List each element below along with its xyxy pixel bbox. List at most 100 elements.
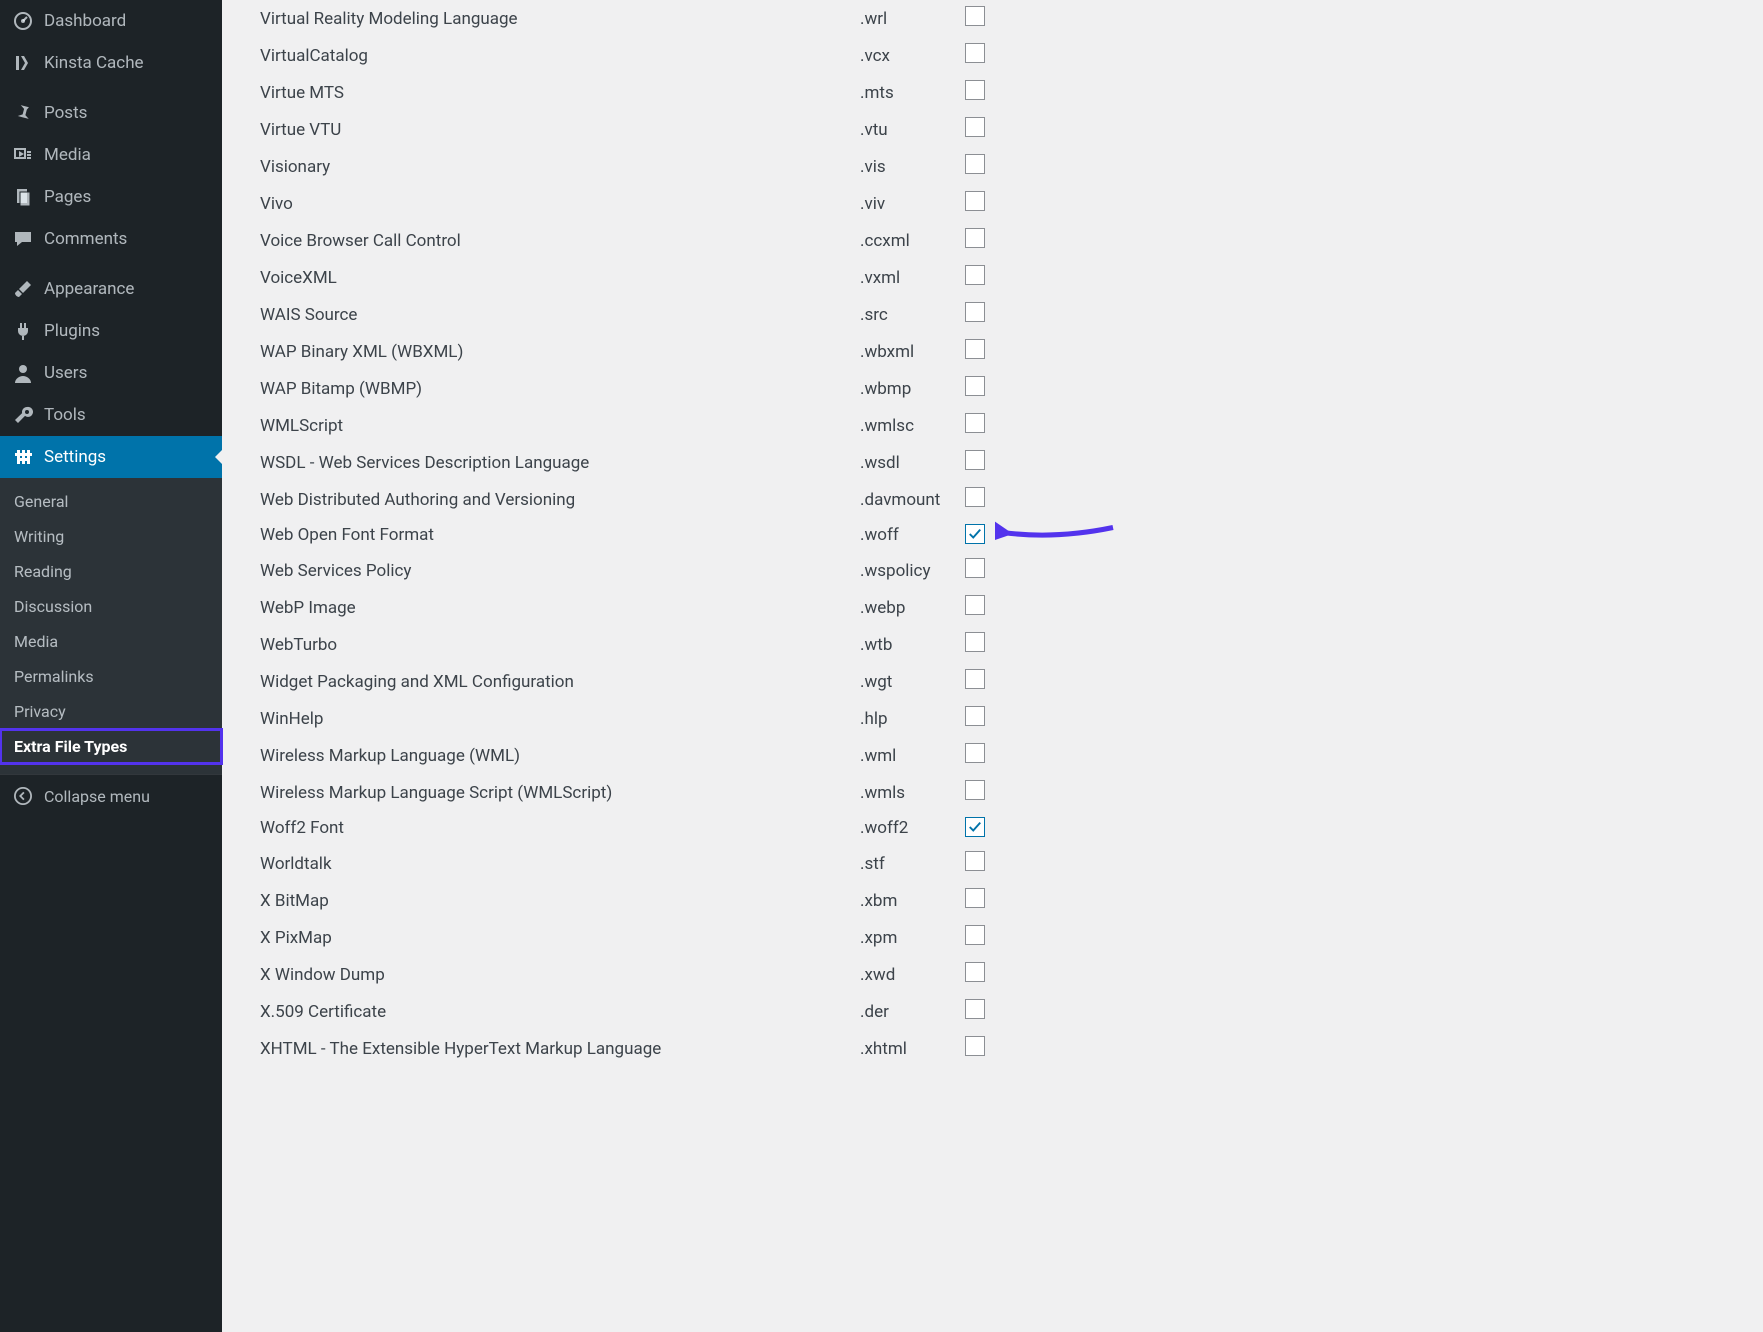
file-type-ext: .wgt — [860, 663, 965, 700]
file-type-ext: .vxml — [860, 259, 965, 296]
settings-sub-reading[interactable]: Reading — [0, 554, 222, 589]
file-type-name: Widget Packaging and XML Configuration — [260, 663, 860, 700]
file-type-ext: .wml — [860, 737, 965, 774]
file-type-ext: .vtu — [860, 111, 965, 148]
file-type-checkbox[interactable] — [965, 43, 985, 63]
sidebar-item-settings[interactable]: Settings — [0, 436, 222, 478]
sidebar-item-label: Users — [44, 363, 87, 383]
settings-sub-writing[interactable]: Writing — [0, 519, 222, 554]
file-type-ext: .wmlsc — [860, 407, 965, 444]
table-row: WebP Image.webp — [260, 589, 1005, 626]
file-type-name: VirtualCatalog — [260, 37, 860, 74]
collapse-icon — [12, 785, 34, 807]
file-type-name: WinHelp — [260, 700, 860, 737]
file-type-checkbox[interactable] — [965, 154, 985, 174]
file-type-checkbox[interactable] — [965, 339, 985, 359]
file-type-name: WebTurbo — [260, 626, 860, 663]
sidebar-item-label: Tools — [44, 405, 86, 425]
file-type-name: Web Services Policy — [260, 552, 860, 589]
sidebar-item-label: Settings — [44, 447, 106, 467]
table-row: WinHelp.hlp — [260, 700, 1005, 737]
pin-icon — [12, 102, 34, 124]
sidebar-item-tools[interactable]: Tools — [0, 394, 222, 436]
file-type-checkbox[interactable] — [965, 487, 985, 507]
sidebar-item-label: Appearance — [44, 279, 134, 299]
kinsta-icon — [12, 52, 34, 74]
table-row: VirtualCatalog.vcx — [260, 37, 1005, 74]
file-type-checkbox[interactable] — [965, 413, 985, 433]
file-type-checkbox[interactable] — [965, 6, 985, 26]
file-type-checkbox[interactable] — [965, 962, 985, 982]
file-type-ext: .xbm — [860, 882, 965, 919]
file-type-name: Web Distributed Authoring and Versioning — [260, 481, 860, 518]
table-row: Virtue MTS.mts — [260, 74, 1005, 111]
sidebar-item-posts[interactable]: Posts — [0, 92, 222, 134]
file-type-checkbox[interactable] — [965, 999, 985, 1019]
sidebar-item-label: Pages — [44, 187, 91, 207]
file-type-checkbox[interactable] — [965, 265, 985, 285]
file-type-checkbox[interactable] — [965, 191, 985, 211]
file-type-checkbox[interactable] — [965, 851, 985, 871]
table-row: X.509 Certificate.der — [260, 993, 1005, 1030]
file-type-name: Wireless Markup Language (WML) — [260, 737, 860, 774]
settings-sub-discussion[interactable]: Discussion — [0, 589, 222, 624]
file-type-name: WMLScript — [260, 407, 860, 444]
file-type-checkbox[interactable] — [965, 524, 985, 544]
file-type-name: WAIS Source — [260, 296, 860, 333]
file-type-checkbox[interactable] — [965, 450, 985, 470]
file-type-ext: .vcx — [860, 37, 965, 74]
settings-sub-media[interactable]: Media — [0, 624, 222, 659]
file-type-checkbox[interactable] — [965, 80, 985, 100]
settings-sub-permalinks[interactable]: Permalinks — [0, 659, 222, 694]
pages-icon — [12, 186, 34, 208]
file-type-name: Virtual Reality Modeling Language — [260, 0, 860, 37]
file-type-name: X Window Dump — [260, 956, 860, 993]
file-type-ext: .woff2 — [860, 811, 965, 845]
table-row: WAP Binary XML (WBXML).wbxml — [260, 333, 1005, 370]
file-type-checkbox[interactable] — [965, 228, 985, 248]
file-type-ext: .xhtml — [860, 1030, 965, 1067]
file-type-checkbox[interactable] — [965, 706, 985, 726]
sidebar-item-users[interactable]: Users — [0, 352, 222, 394]
file-type-checkbox[interactable] — [965, 558, 985, 578]
file-type-checkbox[interactable] — [965, 817, 985, 837]
collapse-menu-button[interactable]: Collapse menu — [0, 774, 222, 817]
file-type-checkbox[interactable] — [965, 1036, 985, 1056]
file-type-checkbox[interactable] — [965, 632, 985, 652]
file-type-checkbox[interactable] — [965, 302, 985, 322]
file-type-name: X PixMap — [260, 919, 860, 956]
file-type-ext: .wmls — [860, 774, 965, 811]
file-type-ext: .wbmp — [860, 370, 965, 407]
table-row: Voice Browser Call Control.ccxml — [260, 222, 1005, 259]
table-row: WSDL - Web Services Description Language… — [260, 444, 1005, 481]
file-type-checkbox[interactable] — [965, 780, 985, 800]
file-type-checkbox[interactable] — [965, 376, 985, 396]
sidebar-item-pages[interactable]: Pages — [0, 176, 222, 218]
sidebar-item-comments[interactable]: Comments — [0, 218, 222, 260]
sidebar-item-media[interactable]: Media — [0, 134, 222, 176]
sidebar-item-label: Media — [44, 145, 91, 165]
file-type-checkbox[interactable] — [965, 888, 985, 908]
table-row: WAIS Source.src — [260, 296, 1005, 333]
file-type-checkbox[interactable] — [965, 595, 985, 615]
sidebar-item-plugins[interactable]: Plugins — [0, 310, 222, 352]
file-type-checkbox[interactable] — [965, 925, 985, 945]
file-type-name: X BitMap — [260, 882, 860, 919]
sidebar-item-label: Posts — [44, 103, 87, 123]
file-type-checkbox[interactable] — [965, 743, 985, 763]
file-type-ext: .vis — [860, 148, 965, 185]
sidebar-item-dashboard[interactable]: Dashboard — [0, 0, 222, 42]
file-type-name: WebP Image — [260, 589, 860, 626]
user-icon — [12, 362, 34, 384]
sidebar-item-kinsta-cache[interactable]: Kinsta Cache — [0, 42, 222, 84]
settings-sub-extra-file-types[interactable]: Extra File Types — [0, 729, 222, 764]
table-row: Wireless Markup Language Script (WMLScri… — [260, 774, 1005, 811]
file-type-name: Voice Browser Call Control — [260, 222, 860, 259]
sidebar-item-label: Dashboard — [44, 11, 126, 31]
file-type-checkbox[interactable] — [965, 669, 985, 689]
sidebar-item-appearance[interactable]: Appearance — [0, 268, 222, 310]
settings-sub-privacy[interactable]: Privacy — [0, 694, 222, 729]
file-type-name: Woff2 Font — [260, 811, 860, 845]
file-type-checkbox[interactable] — [965, 117, 985, 137]
settings-sub-general[interactable]: General — [0, 484, 222, 519]
